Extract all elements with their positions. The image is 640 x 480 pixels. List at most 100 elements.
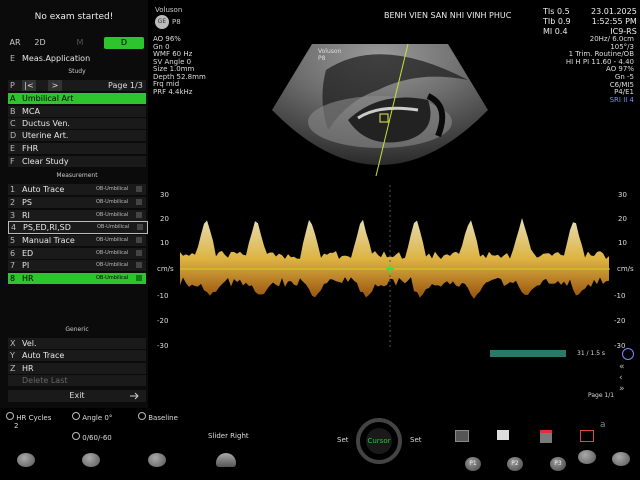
study-item-fhr[interactable]: E FHR — [8, 143, 146, 154]
date-time: 23.01.2025 1:52:55 PM IC9-RS — [591, 7, 637, 37]
study-item-ductus-ven[interactable]: C Ductus Ven. — [8, 118, 146, 129]
cine-nav-icons[interactable]: « ‹ » — [619, 362, 625, 395]
measurement-manual-trace[interactable]: 5 Manual Trace OB-Umbilical — [8, 235, 146, 246]
tick-left-m20: -20 — [157, 317, 168, 325]
p1-button[interactable]: P1 — [465, 457, 481, 471]
exit-icon — [130, 392, 140, 400]
mode-2d[interactable]: 2D — [28, 37, 52, 49]
checkbox-icon[interactable] — [136, 212, 142, 218]
doppler-params: AO 96% Gn 0 WMF 60 Hz SV Angle 0 Size 1.0mm… — [153, 36, 206, 96]
tick-right-20: 20 — [618, 215, 627, 223]
generic-header: Generic — [8, 326, 146, 333]
study-header: Study — [8, 68, 146, 75]
tick-right-m20: -20 — [614, 317, 625, 325]
set-left-label[interactable]: Set — [337, 436, 349, 444]
tick-left-20: 20 — [160, 215, 169, 223]
checkbox-icon[interactable] — [136, 186, 142, 192]
rotary-icon — [6, 412, 14, 420]
rotary-icon — [72, 432, 80, 440]
measurement-pi[interactable]: 7 PI OB-Umbilical — [8, 260, 146, 271]
print-color-icon[interactable] — [540, 430, 552, 443]
generic-vel[interactable]: X Vel. — [8, 338, 146, 349]
user-icon[interactable]: a — [600, 420, 606, 430]
tick-left-m30: -30 — [157, 342, 168, 350]
cine-progress-bar[interactable] — [490, 350, 566, 357]
mode-selector: AR 2D M D — [4, 37, 144, 49]
mode-d[interactable]: D — [104, 37, 144, 49]
tick-left-30: 30 — [160, 191, 169, 199]
image-params: 20Hz/ 6.0cm 105°/3 1 Trim. Routine/OB HI H … — [566, 36, 634, 104]
measurement-ps-ed-ri-sd[interactable]: 4 PS,ED,RI,SD OB-Umbilical — [8, 221, 148, 234]
sweep-speed: 31 / 1.5 s — [577, 350, 605, 357]
tick-right-m10: -10 — [614, 292, 625, 300]
brand-logo: Voluson GE P8 — [155, 6, 182, 29]
rotary-icon — [72, 412, 80, 420]
p2-button[interactable]: P2 — [507, 457, 523, 471]
measurement-auto-trace[interactable]: 1 Auto Trace OB-Umbilical — [8, 184, 146, 195]
knob-2[interactable] — [82, 453, 100, 467]
tick-right-10: 10 — [618, 239, 627, 247]
cursor-button[interactable]: Cursor — [366, 428, 392, 454]
checkbox-icon[interactable] — [136, 275, 142, 281]
video-icon[interactable] — [580, 430, 594, 442]
4d-button[interactable] — [578, 450, 596, 464]
slider-label: Slider Right — [208, 432, 249, 440]
angle-sub-control[interactable]: 0/60/-60 — [72, 432, 112, 442]
play-back-icon[interactable]: ‹ — [619, 373, 625, 384]
checkbox-icon[interactable] — [136, 250, 142, 256]
checkbox-icon[interactable] — [136, 199, 142, 205]
measurement-header: Measurement — [8, 172, 146, 179]
doppler-spectrum[interactable] — [150, 185, 630, 350]
tick-right-30: 30 — [618, 191, 627, 199]
study-pager: P |< > Page 1/3 — [8, 80, 146, 91]
page-indicator-right: Page 1/1 — [588, 392, 614, 399]
save-icon[interactable] — [455, 430, 469, 442]
exit-button[interactable]: Exit — [8, 390, 146, 402]
freeze-button[interactable] — [612, 452, 630, 466]
image-probe-label: Voluson P8 — [318, 48, 341, 62]
meas-application[interactable]: E Meas.Application — [8, 53, 146, 64]
set-right-label[interactable]: Set — [410, 436, 422, 444]
measurement-hr[interactable]: 8 HR OB-Umbilical — [8, 273, 146, 284]
measurement-ed[interactable]: 6 ED OB-Umbilical — [8, 248, 146, 259]
page-first-button[interactable]: |< — [22, 80, 36, 91]
bmode-image[interactable] — [268, 40, 492, 180]
study-item-uterine-art[interactable]: D Uterine Art. — [8, 130, 146, 141]
generic-auto-trace[interactable]: Y Auto Trace — [8, 350, 146, 361]
checkbox-icon[interactable] — [137, 224, 143, 230]
generic-delete-last[interactable]: Delete Last — [8, 375, 146, 386]
rewind-icon[interactable]: « — [619, 362, 625, 373]
measurement-ri[interactable]: 3 RI OB-Umbilical — [8, 210, 146, 221]
no-exam-status: No exam started! — [4, 12, 144, 22]
slider-knob[interactable] — [216, 453, 236, 467]
page-next-button[interactable]: > — [48, 80, 62, 91]
rotary-icon — [138, 412, 146, 420]
settings-icon[interactable] — [622, 348, 634, 360]
knob-3[interactable] — [148, 453, 166, 467]
forward-icon[interactable]: » — [619, 384, 625, 395]
tick-left-10: 10 — [160, 239, 169, 247]
measurement-ps[interactable]: 2 PS OB-Umbilical — [8, 197, 146, 208]
page-indicator: Page 1/3 — [108, 80, 143, 91]
knob-1[interactable] — [17, 453, 35, 467]
study-item-mca[interactable]: B MCA — [8, 106, 146, 117]
ge-logo-icon: GE — [155, 15, 169, 29]
hospital-title: BENH VIEN SAN NHI VINH PHUC — [384, 11, 511, 20]
study-item-clear-study[interactable]: F Clear Study — [8, 156, 146, 167]
study-item-umbilical-art[interactable]: A Umbilical Art — [8, 93, 146, 104]
p3-button[interactable]: P3 — [550, 457, 566, 471]
unit-right: cm/s — [617, 265, 634, 273]
hr-cycles-control[interactable]: HR Cycles 2 — [6, 412, 51, 430]
generic-hr[interactable]: Z HR — [8, 363, 146, 374]
mode-m[interactable]: M — [68, 37, 92, 49]
angle-control[interactable]: Angle 0° — [72, 412, 112, 422]
spectral-waveform — [180, 218, 609, 299]
checkbox-icon[interactable] — [136, 262, 142, 268]
checkbox-icon[interactable] — [136, 237, 142, 243]
print-icon[interactable] — [497, 430, 509, 440]
baseline-control[interactable]: Baseline — [138, 412, 178, 422]
thermal-indices: TIs 0.5 TIb 0.9 MI 0.4 — [543, 7, 571, 37]
mode-ar[interactable]: AR — [4, 37, 26, 49]
tick-left-m10: -10 — [157, 292, 168, 300]
unit-left: cm/s — [157, 265, 174, 273]
